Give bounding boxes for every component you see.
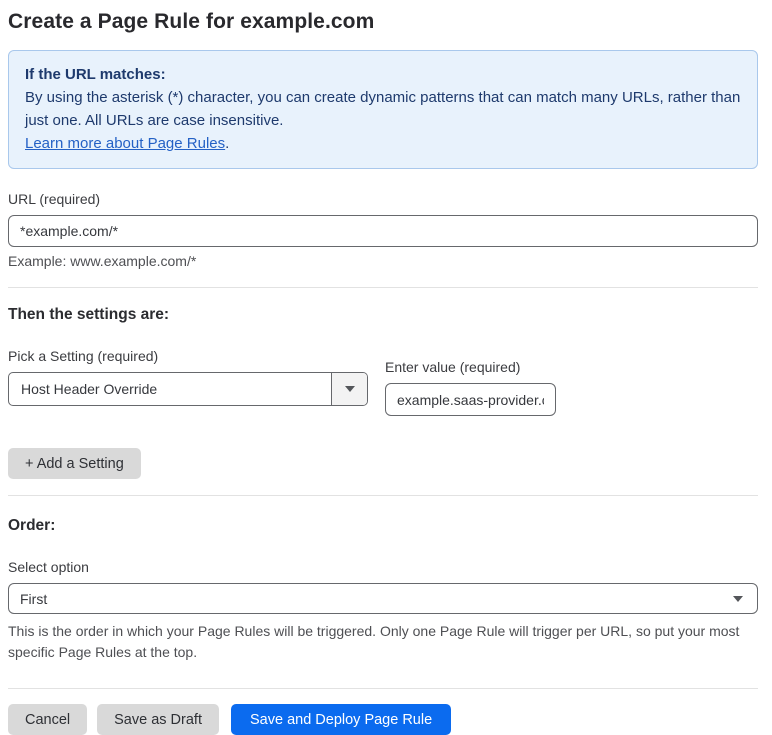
page-rule-form: Create a Page Rule for example.com If th… [0,0,772,735]
setting-value-input[interactable] [385,383,556,416]
divider [8,495,758,496]
chevron-down-icon [344,386,355,392]
save-as-draft-button[interactable]: Save as Draft [97,704,219,735]
url-label: URL (required) [8,191,101,207]
setting-dropdown-arrow-button[interactable] [331,373,367,405]
url-example-hint: Example: www.example.com/* [8,253,197,269]
divider [8,287,758,288]
settings-heading: Then the settings are: [8,306,170,323]
page-title: Create a Page Rule for example.com [8,10,375,33]
setting-dropdown[interactable]: Host Header Override [8,372,368,406]
info-box-link-line: Learn more about Page Rules. [25,132,741,155]
settings-row: Pick a Setting (required) Host Header Ov… [8,348,758,416]
enter-value-label: Enter value (required) [385,359,521,375]
url-input[interactable] [8,215,758,247]
link-suffix: . [225,135,230,152]
order-heading: Order: [8,517,56,534]
settings-section: Then the settings are: Pick a Setting (r… [8,306,758,496]
order-section: Order: Select option First This is the o… [8,517,758,689]
info-box-heading: If the URL matches: [25,66,166,83]
url-section: URL (required) Example: www.example.com/… [8,191,758,288]
setting-value-column: Enter value (required) [385,359,556,416]
pick-setting-label: Pick a Setting (required) [8,348,159,364]
setting-dropdown-value: Host Header Override [21,381,158,397]
order-hint: This is the order in which your Page Rul… [8,623,740,660]
learn-more-link[interactable]: Learn more about Page Rules [25,135,225,152]
divider [8,688,758,689]
add-setting-button[interactable]: + Add a Setting [8,448,141,479]
url-matches-info-box: If the URL matches: By using the asteris… [8,50,758,169]
chevron-down-icon [733,595,743,602]
setting-picker-column: Pick a Setting (required) Host Header Ov… [8,348,368,416]
select-option-label: Select option [8,559,89,575]
info-box-body: By using the asterisk (*) character, you… [25,89,741,129]
save-and-deploy-button[interactable]: Save and Deploy Page Rule [230,704,452,735]
footer-actions: Cancel Save as Draft Save and Deploy Pag… [8,704,758,735]
order-select[interactable]: First [8,583,758,614]
order-select-value: First [20,590,48,607]
cancel-button[interactable]: Cancel [8,704,88,735]
